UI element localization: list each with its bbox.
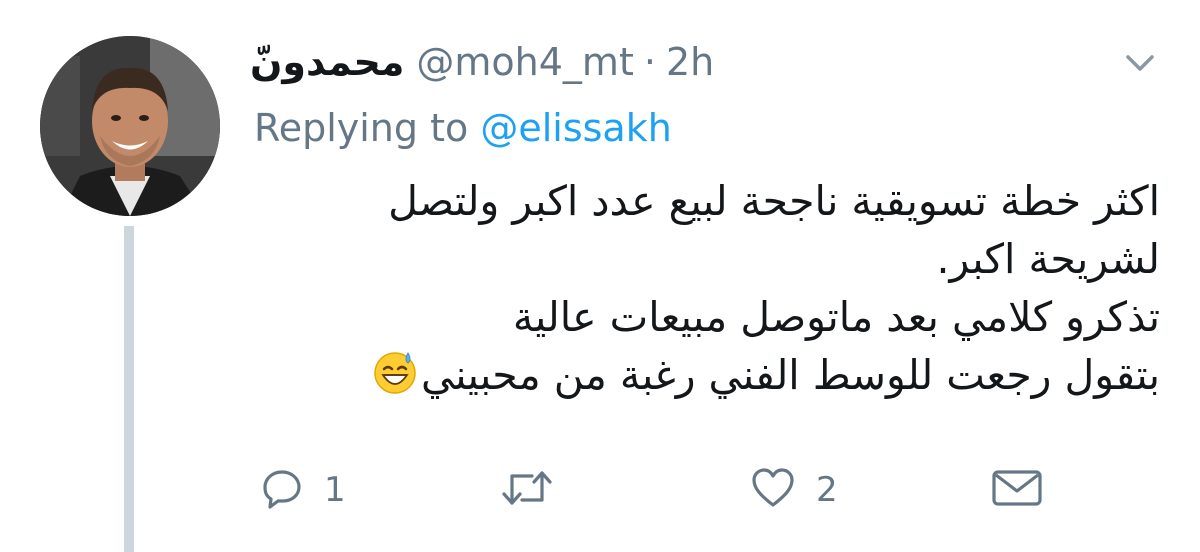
- reply-icon: [260, 466, 304, 514]
- reply-mention-link[interactable]: @elissakh: [480, 106, 671, 150]
- sweat-smile-emoji-icon: [371, 347, 419, 410]
- like-icon: [750, 466, 796, 514]
- replying-to: Replying to @elissakh: [254, 106, 672, 156]
- tweet-text: اكثر خطة تسويقية ناجحة لبيع عدد اكبر ولت…: [250, 172, 1160, 410]
- separator-dot: ·: [643, 40, 656, 84]
- avatar[interactable]: [40, 36, 220, 216]
- display-name[interactable]: محمدونّ: [250, 40, 404, 84]
- thread-line: [124, 226, 134, 552]
- tweet-text-line: اكثر خطة تسويقية ناجحة لبيع عدد اكبر ولت…: [388, 177, 1160, 225]
- like-count: 2: [816, 470, 838, 510]
- tweet-text-line-last: بتقول رجعت للوسط الفني رغبة من محبيني: [250, 346, 1160, 410]
- direct-message-button[interactable]: [990, 465, 1044, 515]
- tweet-header: محمدونّ @moh4_mt · 2h: [250, 38, 714, 86]
- timestamp[interactable]: 2h: [666, 40, 714, 84]
- envelope-icon: [990, 466, 1044, 514]
- tweet: محمدونّ @moh4_mt · 2h Replying to @eliss…: [0, 0, 1200, 552]
- user-handle[interactable]: @moh4_mt: [416, 40, 633, 84]
- like-button[interactable]: 2: [750, 465, 838, 515]
- retweet-icon: [500, 466, 554, 514]
- reply-button[interactable]: 1: [260, 465, 346, 515]
- tweet-actions: 1 2: [250, 465, 1160, 515]
- retweet-button[interactable]: [500, 465, 574, 515]
- replying-to-label: Replying to: [254, 106, 469, 150]
- tweet-text-line: بتقول رجعت للوسط الفني رغبة من محبيني: [420, 351, 1160, 399]
- tweet-text-line: لشريحة اكبر.: [936, 235, 1160, 283]
- tweet-text-line: تذكرو كلامي بعد ماتوصل مبيعات عالية: [512, 293, 1160, 341]
- chevron-down-icon[interactable]: [1120, 48, 1160, 78]
- reply-count: 1: [324, 470, 346, 510]
